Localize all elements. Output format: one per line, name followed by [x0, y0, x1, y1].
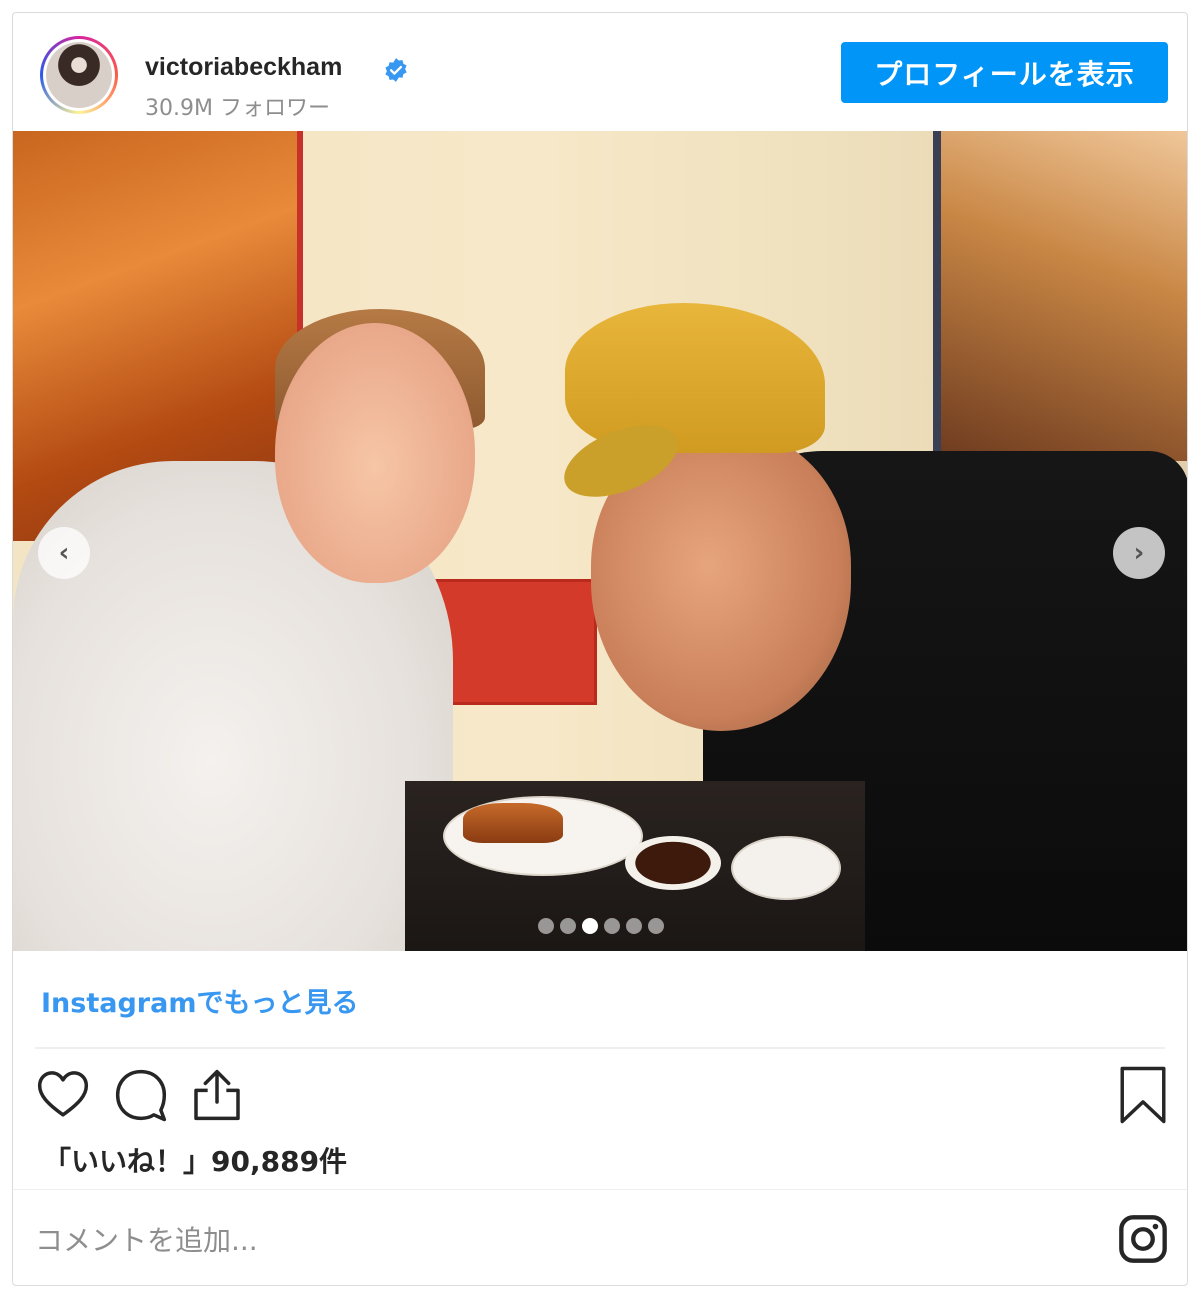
share-icon[interactable]	[189, 1067, 245, 1123]
girl-face	[275, 323, 475, 583]
divider	[35, 1047, 1165, 1049]
view-more-on-instagram-link[interactable]: Instagramでもっと見る	[41, 981, 358, 1020]
gyoza-poster-right	[933, 131, 1187, 461]
follower-count: 30.9M フォロワー	[145, 96, 330, 121]
comment-icon[interactable]	[113, 1067, 169, 1123]
chevron-left-icon[interactable]: ‹	[38, 527, 90, 579]
carousel-dot	[538, 918, 554, 934]
username[interactable]: victoriabeckham	[145, 53, 342, 82]
avatar[interactable]	[40, 36, 118, 114]
yellow-cap	[565, 303, 825, 453]
instagram-embed-card: victoriabeckham 30.9M フォロワー プロフィールを表示 ‹ …	[12, 12, 1188, 1286]
verified-badge-icon	[385, 58, 407, 82]
carousel-dot	[648, 918, 664, 934]
post-header: victoriabeckham 30.9M フォロワー プロフィールを表示	[13, 13, 1187, 131]
add-comment-input[interactable]: コメントを追加...	[35, 1219, 258, 1259]
carousel-dot	[560, 918, 576, 934]
carousel-dot-active	[582, 918, 598, 934]
avatar-image	[46, 42, 112, 108]
like-count[interactable]: 「いいね！」90,889件	[43, 1140, 347, 1180]
divider	[13, 1189, 1187, 1190]
carousel-dot	[626, 918, 642, 934]
instagram-logo-icon[interactable]	[1117, 1213, 1169, 1265]
gyoza-dumplings	[463, 803, 563, 843]
side-plate	[731, 836, 841, 900]
carousel-dot	[604, 918, 620, 934]
heart-icon[interactable]	[35, 1067, 91, 1123]
carousel-indicator	[538, 918, 664, 934]
post-photo[interactable]: ‹ ›	[13, 131, 1187, 951]
bookmark-icon[interactable]	[1117, 1065, 1169, 1125]
chevron-right-icon[interactable]: ›	[1113, 527, 1165, 579]
dipping-sauce-dish	[625, 836, 721, 890]
view-profile-button[interactable]: プロフィールを表示	[841, 42, 1168, 103]
